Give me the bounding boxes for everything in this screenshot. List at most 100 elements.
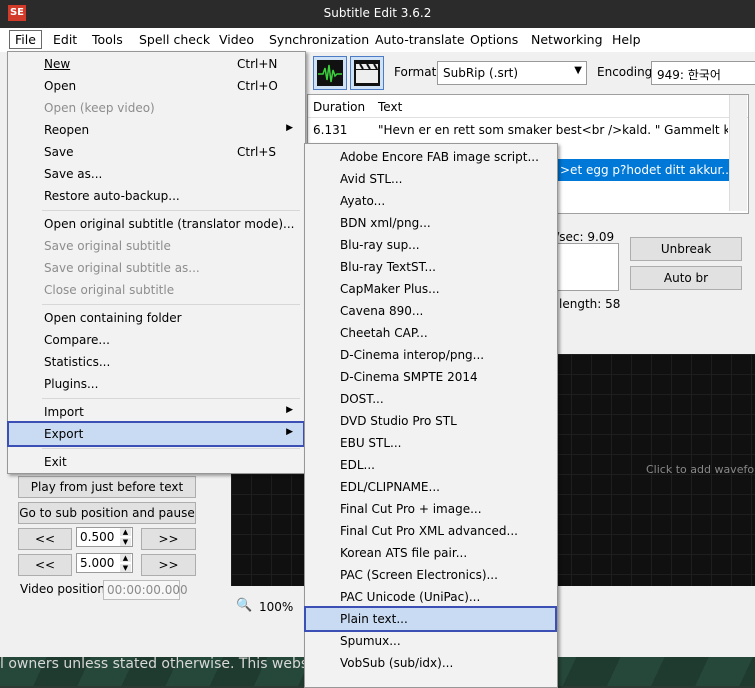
export-pac-unicode[interactable]: PAC Unicode (UniPac)... [306,586,555,608]
menu-item-plugins[interactable]: Plugins... [9,373,303,395]
export-edl[interactable]: EDL... [306,454,555,476]
menu-item-import[interactable]: Import ▶ [9,401,303,423]
video-position-input[interactable]: 00:00:00.000 [103,580,188,600]
export-pac[interactable]: PAC (Screen Electronics)... [306,564,555,586]
menu-item-save-original: Save original subtitle [44,239,171,253]
video-controls-panel: Play from just before text Go to sub pos… [10,472,222,624]
goto-sub-button[interactable]: Go to sub position and pause [18,502,196,524]
menu-synchronization[interactable]: Synchronization [269,32,369,47]
menu-item-open-keep-video: Open (keep video) [44,101,155,115]
menu-networking[interactable]: Networking [531,32,603,47]
export-final-cut-xml[interactable]: Final Cut Pro XML advanced... [306,520,555,542]
clapperboard-icon [354,60,380,86]
menu-item-save-original-as: Save original subtitle as... [44,261,200,275]
chevron-right-icon: ▶ [286,405,293,415]
waveform-toolbar-button[interactable] [313,56,347,90]
spin-down-icon[interactable]: ▼ [120,564,131,572]
menu-item-statistics[interactable]: Statistics... [9,351,303,373]
export-capmaker[interactable]: CapMaker Plus... [306,278,555,300]
table-row[interactable]: 6.131 "Hevn er en rett som smaker best<b… [308,119,738,141]
menu-separator [42,448,300,449]
menu-item-close-original: Close original subtitle [44,283,175,297]
menu-item-save-as[interactable]: Save as... [9,163,303,185]
menu-options[interactable]: Options [470,32,518,47]
export-bluray-textst[interactable]: Blu-ray TextST... [306,256,555,278]
menu-video[interactable]: Video [219,32,254,47]
forward-small-button[interactable]: >> [141,528,196,550]
auto-br-button[interactable]: Auto br [630,266,742,290]
menu-edit[interactable]: Edit [53,32,77,47]
menu-item-restore-backup[interactable]: Restore auto-backup... [9,185,303,207]
play-before-button[interactable]: Play from just before text [18,476,196,498]
menu-item-save[interactable]: Save Ctrl+S [9,141,303,163]
export-dcinema-interop[interactable]: D-Cinema interop/png... [306,344,555,366]
grid-scrollbar[interactable] [729,95,747,211]
video-toolbar-button[interactable] [350,56,384,90]
zoom-icon[interactable]: 🔍 [236,598,252,613]
spin-down-icon[interactable]: ▼ [120,538,131,546]
encoding-select[interactable]: 949: 한국어 [651,61,755,85]
menu-item-new[interactable]: New Ctrl+N [9,53,303,75]
row-text: >et egg p?hodet ditt akkur... [560,163,733,177]
export-vobsub[interactable]: VobSub (sub/idx)... [306,652,555,674]
export-avid-stl[interactable]: Avid STL... [306,168,555,190]
export-korean-ats[interactable]: Korean ATS file pair... [306,542,555,564]
export-cavena[interactable]: Cavena 890... [306,300,555,322]
export-cheetah-cap[interactable]: Cheetah CAP... [306,322,555,344]
export-bluray-sup[interactable]: Blu-ray sup... [306,234,555,256]
format-value: SubRip (.srt) [443,66,519,80]
export-ayato[interactable]: Ayato... [306,190,555,212]
menu-spell-check[interactable]: Spell check [139,32,210,47]
column-text[interactable]: Text [378,100,402,114]
chevron-down-icon: ▼ [574,65,582,76]
zoom-level[interactable]: 100% [259,600,293,614]
line-length: length: 58 [559,297,621,311]
export-spumux[interactable]: Spumux... [306,630,555,652]
back-small-button[interactable]: << [18,528,72,550]
export-bdn-xml[interactable]: BDN xml/png... [306,212,555,234]
small-step-input[interactable]: 0.500 ▲ ▼ [76,527,133,547]
export-submenu: Adobe Encore FAB image script... Avid ST… [304,143,558,688]
file-menu-dropdown: New Ctrl+N Open Ctrl+O Open (keep video) R… [7,51,306,474]
export-plain-text[interactable]: Plain text... [304,606,557,632]
unbreak-button[interactable]: Unbreak [630,237,742,261]
video-position-label: Video position: [20,582,110,596]
title-bar: SE Subtitle Edit 3.6.2 [0,0,755,28]
subtitle-text-editor[interactable] [555,243,619,291]
menu-item-compare[interactable]: Compare... [9,329,303,351]
back-large-button[interactable]: << [18,554,72,576]
menu-item-open[interactable]: Open Ctrl+O [9,75,303,97]
export-adobe-encore[interactable]: Adobe Encore FAB image script... [306,146,555,168]
export-dost[interactable]: DOST... [306,388,555,410]
export-dcinema-smpte[interactable]: D-Cinema SMPTE 2014 [306,366,555,388]
format-select[interactable]: SubRip (.srt) ▼ [437,61,587,85]
grid-header: Duration Text [308,95,748,118]
menu-separator [42,210,300,211]
menu-item-export[interactable]: Export ▶ [7,421,305,447]
export-edl-clipname[interactable]: EDL/CLIPNAME... [306,476,555,498]
chevron-right-icon: ▶ [286,427,293,437]
export-ebu-stl[interactable]: EBU STL... [306,432,555,454]
large-step-input[interactable]: 5.000 ▲ ▼ [76,553,133,573]
menu-tools[interactable]: Tools [92,32,123,47]
spin-up-icon[interactable]: ▲ [120,528,131,536]
menu-separator [42,398,300,399]
menu-auto-translate[interactable]: Auto-translate [375,32,465,47]
window-title: Subtitle Edit 3.6.2 [323,6,432,20]
menu-item-open-original[interactable]: Open original subtitle (translator mode)… [9,213,303,235]
menu-file[interactable]: File [9,30,42,49]
encoding-label: Encoding [597,65,653,79]
row-text: "Hevn er en rett som smaker best<br />ka… [378,123,728,137]
chevron-right-icon: ▶ [286,123,293,133]
menu-item-exit[interactable]: Exit [9,451,303,473]
forward-large-button[interactable]: >> [141,554,196,576]
small-step-value: 0.500 [80,530,115,544]
column-duration[interactable]: Duration [313,100,365,114]
menu-help[interactable]: Help [612,32,641,47]
large-step-value: 5.000 [80,556,115,570]
menu-item-reopen[interactable]: Reopen ▶ [9,119,303,141]
menu-item-open-folder[interactable]: Open containing folder [9,307,303,329]
export-final-cut-image[interactable]: Final Cut Pro + image... [306,498,555,520]
export-dvd-studio-pro[interactable]: DVD Studio Pro STL [306,410,555,432]
spin-up-icon[interactable]: ▲ [120,554,131,562]
